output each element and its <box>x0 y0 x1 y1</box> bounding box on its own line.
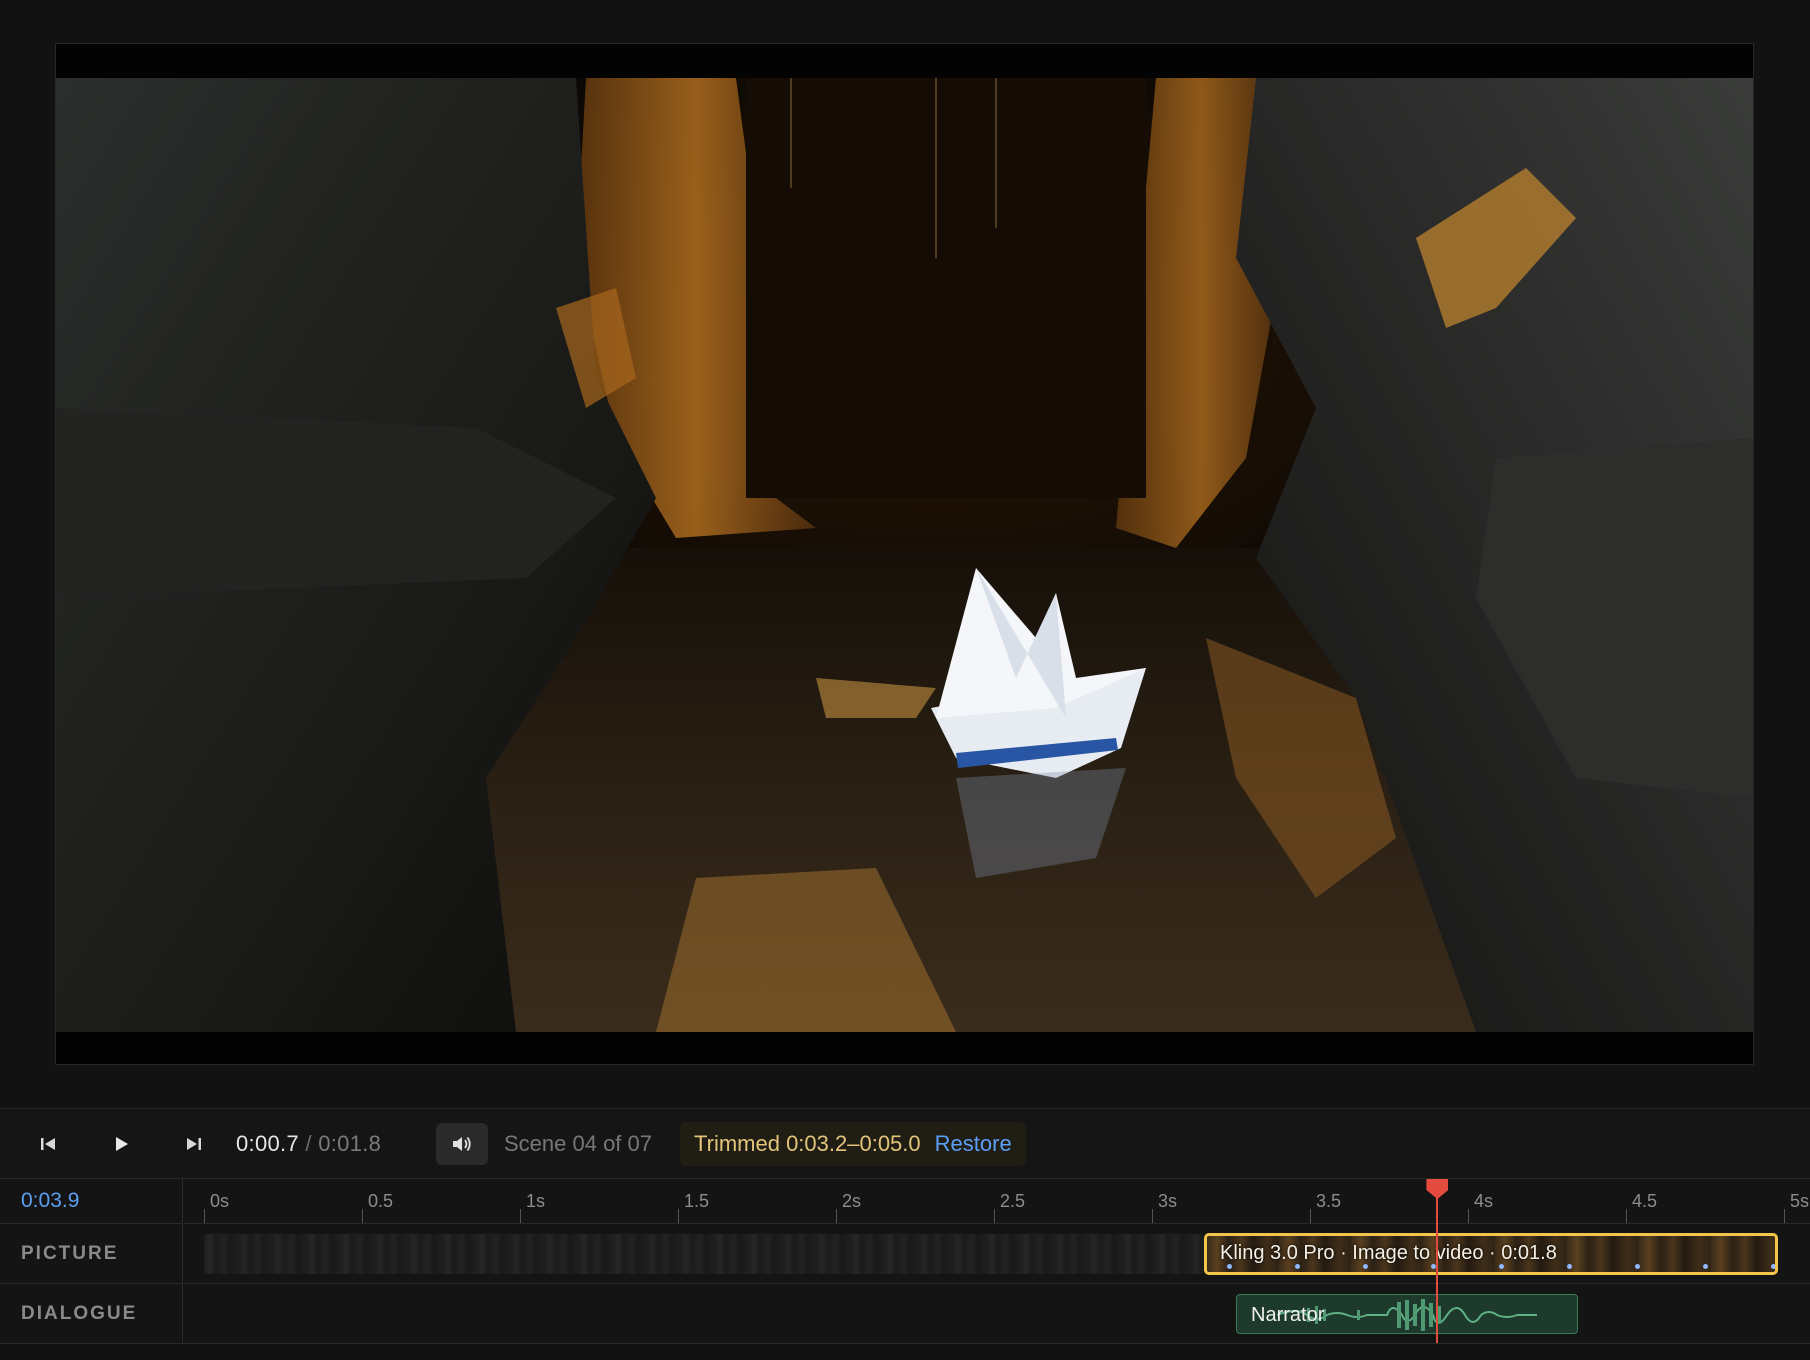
video-viewer <box>0 0 1810 1108</box>
ruler-tick <box>994 1209 995 1223</box>
playhead[interactable] <box>1426 1179 1449 1343</box>
time-ruler[interactable]: 0s 0.5 1s 1.5 2s 2.5 3s 3.5 4s 4.5 5s <box>184 1179 1810 1223</box>
timecode: 0:00.7 / 0:01.8 <box>236 1131 381 1157</box>
picture-clip[interactable]: Kling 3.0 Pro · Image to video · 0:01.8 <box>1204 1233 1778 1275</box>
track-header-picture: PICTURE <box>0 1223 183 1283</box>
trimmed-region <box>204 1234 1204 1274</box>
ruler-label: 2.5 <box>1000 1191 1026 1211</box>
current-time: 0:00.7 <box>236 1131 299 1156</box>
keyframe-marker <box>1499 1264 1504 1269</box>
play-icon <box>116 1137 128 1151</box>
track-headers: 0:03.9 PICTURE DIALOGUE <box>0 1179 183 1360</box>
ruler-label: 5s <box>1790 1191 1810 1211</box>
total-time: 0:01.8 <box>318 1131 382 1156</box>
skip-back-button[interactable] <box>30 1126 66 1162</box>
scene-indicator: Scene 04 of 07 <box>504 1131 653 1156</box>
ruler-tick <box>836 1209 837 1223</box>
ruler-label: 0.5 <box>368 1191 394 1211</box>
dialogue-clip-label: Narrator <box>1251 1304 1325 1326</box>
keyframe-marker <box>1771 1264 1775 1269</box>
timeline-footer <box>0 1343 1810 1360</box>
timeline: 0:03.9 PICTURE DIALOGUE 0s 0.5 1s 1.5 2s 2.5 3… <box>0 1178 1810 1360</box>
preview-frame <box>55 43 1754 1065</box>
video-still-image <box>56 78 1753 1032</box>
ruler-tick <box>362 1209 363 1223</box>
time-separator: / <box>298 1131 319 1156</box>
ruler-label: 2s <box>842 1191 862 1211</box>
ruler-label: 1s <box>526 1191 546 1211</box>
volume-icon <box>453 1136 471 1152</box>
dialogue-track-lane[interactable]: Narrator <box>184 1283 1810 1343</box>
ruler-label: 4.5 <box>1632 1191 1658 1211</box>
picture-clip-label: Kling 3.0 Pro · Image to video · 0:01.8 <box>1220 1242 1557 1264</box>
volume-button[interactable] <box>436 1123 488 1165</box>
video-frame[interactable] <box>56 78 1753 1032</box>
keyframe-marker <box>1635 1264 1640 1269</box>
picture-track-lane[interactable]: Kling 3.0 Pro · Image to video · 0:01.8 <box>184 1223 1810 1283</box>
ruler-label: 3s <box>1158 1191 1178 1211</box>
ruler-tick <box>678 1209 679 1223</box>
keyframe-marker <box>1295 1264 1300 1269</box>
skip-forward-button[interactable] <box>176 1126 212 1162</box>
skip-back-icon <box>41 1138 55 1150</box>
skip-forward-icon <box>187 1138 201 1150</box>
ruler-label: 0s <box>210 1191 230 1211</box>
ruler-label: 4s <box>1474 1191 1494 1211</box>
ruler-tick <box>1468 1209 1469 1223</box>
ruler-tick <box>520 1209 521 1223</box>
ruler-tick <box>1152 1209 1153 1223</box>
keyframe-marker <box>1431 1264 1436 1269</box>
dialogue-clip[interactable]: Narrator <box>1236 1294 1578 1334</box>
trim-range-text: Trimmed 0:03.2–0:05.0 <box>694 1131 921 1156</box>
ruler-label: 1.5 <box>684 1191 710 1211</box>
ruler-tick <box>1626 1209 1627 1223</box>
playhead-timecode: 0:03.9 <box>21 1189 80 1212</box>
trim-status: Trimmed 0:03.2–0:05.0 Restore <box>680 1122 1026 1166</box>
transport-bar: 0:00.7 / 0:01.8 Scene 04 of 07 Trimmed 0… <box>0 1108 1810 1178</box>
ruler-label: 3.5 <box>1316 1191 1342 1211</box>
ruler-tick <box>1310 1209 1311 1223</box>
keyframe-marker <box>1363 1264 1368 1269</box>
keyframe-marker <box>1567 1264 1572 1269</box>
play-button[interactable] <box>103 1126 139 1162</box>
ruler-tick <box>1784 1209 1785 1223</box>
keyframe-marker <box>1227 1264 1232 1269</box>
keyframe-marker <box>1703 1264 1708 1269</box>
track-header-dialogue: DIALOGUE <box>0 1283 183 1343</box>
restore-button[interactable]: Restore <box>935 1131 1012 1157</box>
ruler-tick <box>204 1209 205 1223</box>
